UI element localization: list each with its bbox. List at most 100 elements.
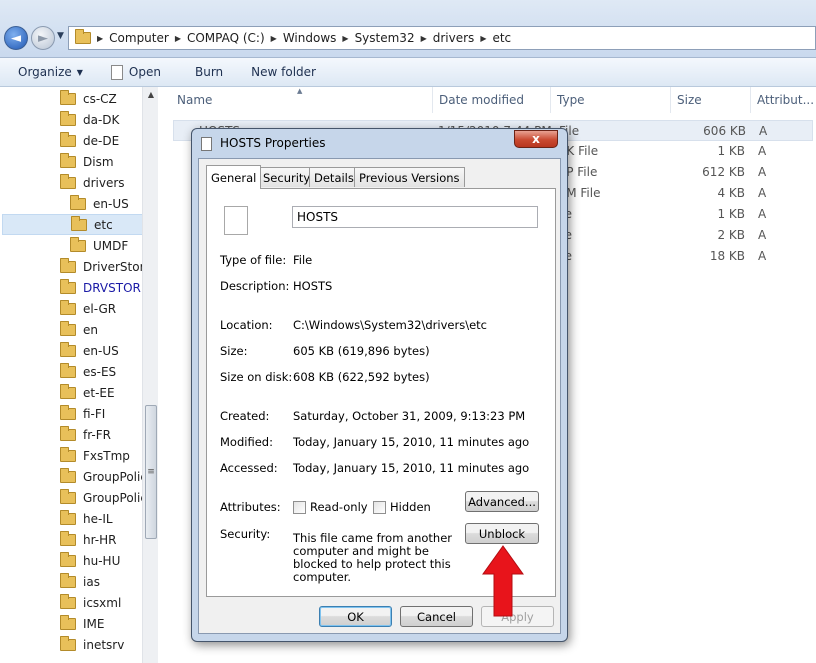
scroll-thumb[interactable]: ≡ — [145, 405, 157, 539]
breadcrumb-item[interactable]: System32 — [355, 31, 415, 45]
open-button[interactable]: Open — [101, 64, 171, 80]
nav-item-label: et-EE — [83, 385, 115, 400]
nav-item-label: he-IL — [83, 511, 113, 526]
burn-button[interactable]: Burn — [185, 65, 233, 79]
chevron-right-icon[interactable]: ▶ — [421, 34, 427, 43]
nav-item-label: Dism — [83, 154, 114, 169]
nav-scrollbar[interactable]: ▲ ≡ — [142, 87, 158, 663]
dialog-title: HOSTS Properties — [220, 136, 326, 150]
hidden-checkbox[interactable] — [373, 501, 386, 514]
file-size: 18 KB — [709, 249, 745, 263]
nav-item-label: GroupPolic — [83, 490, 147, 505]
nav-item-label: hu-HU — [83, 553, 121, 568]
file-attributes: A — [759, 124, 768, 138]
chevron-right-icon[interactable]: ▶ — [97, 34, 103, 43]
column-header-size[interactable]: Size — [671, 87, 751, 113]
close-button[interactable]: x — [514, 130, 558, 148]
nav-item-label: FxsTmp — [83, 448, 130, 463]
file-name-field[interactable]: HOSTS — [292, 206, 538, 228]
readonly-label: Read-only — [310, 500, 368, 514]
new-folder-label: New folder — [251, 65, 316, 79]
nav-item-label: inetsrv — [83, 637, 125, 652]
folder-icon — [60, 446, 76, 462]
breadcrumb-item[interactable]: drivers — [433, 31, 475, 45]
folder-icon — [60, 572, 76, 588]
created-value: Saturday, October 31, 2009, 9:13:23 PM — [293, 409, 526, 423]
arrow-up-icon — [482, 545, 524, 617]
attributes-label: Attributes: — [220, 500, 281, 514]
ok-button[interactable]: OK — [319, 606, 392, 627]
tab-previous-versions[interactable]: Previous Versions — [354, 167, 465, 187]
divider — [219, 396, 537, 397]
breadcrumb-item[interactable]: Computer — [109, 31, 169, 45]
nav-item-label: fi-FI — [83, 406, 106, 421]
nav-item-label: en — [83, 322, 98, 337]
file-size: 606 KB — [703, 124, 746, 138]
folder-icon — [60, 341, 76, 357]
nav-item-label: hr-HR — [83, 532, 117, 547]
folder-icon — [60, 551, 76, 567]
nav-item-label: fr-FR — [83, 427, 111, 442]
folder-icon — [70, 194, 86, 210]
scroll-up-icon[interactable]: ▲ — [143, 87, 159, 103]
file-size: 2 KB — [717, 228, 745, 242]
column-header-attributes[interactable]: Attribut... — [751, 87, 816, 113]
file-attributes: A — [758, 207, 767, 221]
folder-icon — [60, 530, 76, 546]
arrow-right-icon: ► — [38, 30, 48, 46]
file-icon — [224, 206, 248, 235]
folder-icon — [60, 257, 76, 273]
column-header-date[interactable]: Date modified — [433, 87, 551, 113]
unblock-button[interactable]: Unblock — [465, 523, 539, 544]
chevron-right-icon[interactable]: ▶ — [480, 34, 486, 43]
chevron-right-icon[interactable]: ▶ — [271, 34, 277, 43]
organize-button[interactable]: Organize ▼ — [8, 65, 93, 79]
location-label: Location: — [220, 318, 273, 332]
folder-icon — [60, 110, 76, 126]
nav-item-label: de-DE — [83, 133, 120, 148]
folder-icon — [60, 362, 76, 378]
forward-button[interactable]: ► — [31, 26, 55, 50]
nav-item-label: en-US — [83, 343, 119, 358]
folder-icon — [60, 131, 76, 147]
tab-security[interactable]: Security — [258, 167, 316, 187]
folder-icon — [75, 29, 91, 44]
folder-icon — [60, 593, 76, 609]
nav-item-label: da-DK — [83, 112, 120, 127]
folder-icon — [60, 404, 76, 420]
document-icon — [110, 64, 123, 80]
breadcrumb[interactable]: ▶ Computer ▶ COMPAQ (C:) ▶ Windows ▶ Sys… — [68, 26, 816, 50]
new-folder-button[interactable]: New folder — [241, 65, 326, 79]
chevron-right-icon[interactable]: ▶ — [175, 34, 181, 43]
file-attributes: A — [758, 228, 767, 242]
file-size: 1 KB — [717, 207, 745, 221]
cancel-button[interactable]: Cancel — [400, 606, 473, 627]
recent-pages-dropdown[interactable]: ▼ — [57, 31, 64, 41]
folder-icon — [60, 173, 76, 189]
column-header-type[interactable]: Type — [551, 87, 671, 113]
breadcrumb-item[interactable]: COMPAQ (C:) — [187, 31, 265, 45]
back-button[interactable]: ◄ — [4, 26, 28, 50]
nav-item-selected[interactable]: etc — [2, 214, 144, 235]
folder-icon — [60, 425, 76, 441]
breadcrumb-item[interactable]: Windows — [283, 31, 337, 45]
security-label: Security: — [220, 527, 271, 541]
divider — [219, 487, 537, 488]
breadcrumb-item[interactable]: etc — [492, 31, 511, 45]
advanced-button[interactable]: Advanced... — [465, 491, 539, 512]
hidden-label: Hidden — [390, 500, 431, 514]
navigation-pane: cs-CZ da-DK de-DE Dism drivers en-US etc… — [0, 87, 158, 663]
folder-icon — [60, 467, 76, 483]
document-icon — [201, 137, 212, 151]
nav-item-label: cs-CZ — [83, 91, 117, 106]
security-message: This file came from another computer and… — [293, 531, 453, 584]
readonly-checkbox[interactable] — [293, 501, 306, 514]
close-icon: x — [532, 132, 540, 146]
nav-item-label: IME — [83, 616, 105, 631]
nav-item-label: drivers — [83, 175, 125, 190]
nav-item-label: UMDF — [93, 238, 129, 253]
modified-value: Today, January 15, 2010, 11 minutes ago — [293, 435, 530, 449]
tab-general[interactable]: General — [206, 165, 262, 189]
tab-details[interactable]: Details — [309, 167, 359, 187]
chevron-right-icon[interactable]: ▶ — [342, 34, 348, 43]
